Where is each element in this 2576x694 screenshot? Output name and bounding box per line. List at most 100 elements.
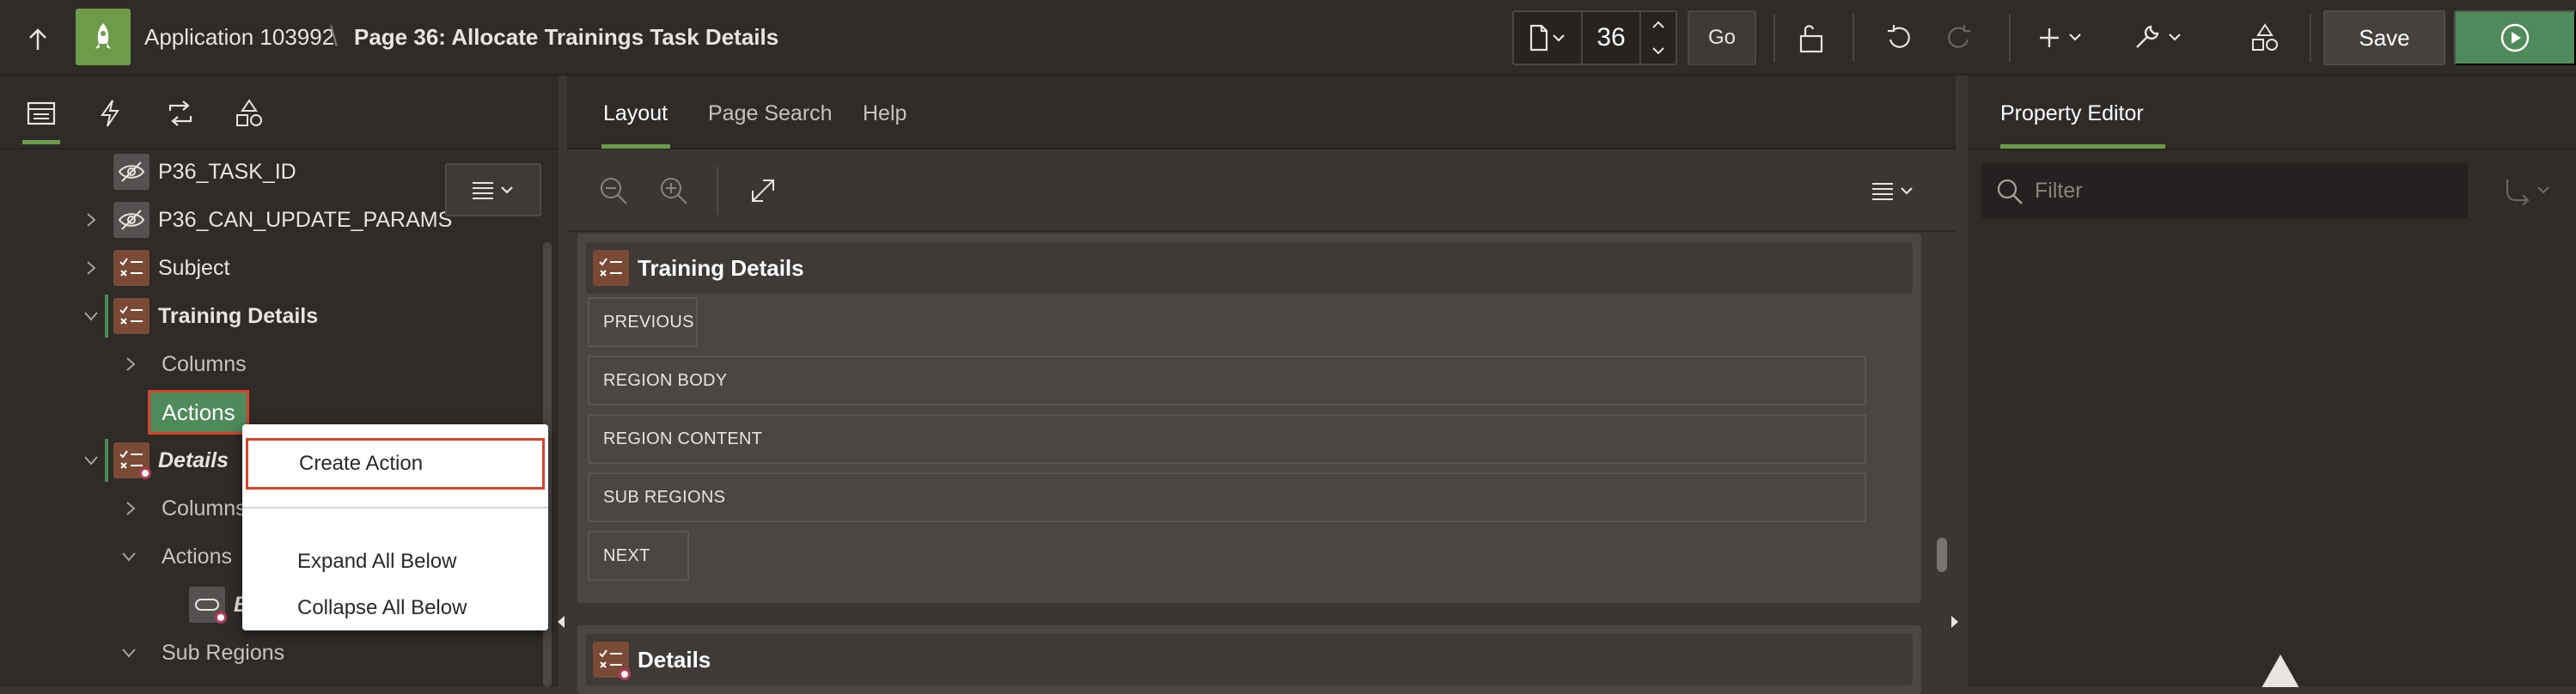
toolbar-divider bbox=[1853, 14, 1854, 62]
region-header[interactable]: Details bbox=[586, 634, 1913, 685]
tree-node-label: P36_TASK_ID bbox=[158, 159, 296, 184]
chevron-down-icon[interactable] bbox=[81, 450, 101, 471]
tree-node-label: Training Details bbox=[158, 303, 319, 328]
app-header: Application 103992 \ Page 36: Allocate T… bbox=[0, 0, 2576, 76]
collapse-right-icon[interactable] bbox=[1950, 615, 1959, 629]
page-selector[interactable]: 36 bbox=[1512, 10, 1677, 65]
layout-region-training-details[interactable]: Training Details PREVIOUS REGION BODY RE… bbox=[577, 234, 1921, 603]
active-tab-indicator bbox=[601, 144, 670, 149]
tab-help[interactable]: Help bbox=[863, 101, 906, 126]
page-finder-button[interactable] bbox=[1514, 12, 1583, 64]
utilities-menu-button[interactable] bbox=[2127, 19, 2193, 57]
redo-icon[interactable] bbox=[1938, 19, 1980, 57]
menu-divider bbox=[242, 507, 548, 508]
chevron-right-icon[interactable] bbox=[120, 354, 141, 374]
layout-scrollbar[interactable] bbox=[1937, 538, 1947, 572]
tree-node-sub-regions[interactable]: Sub Regions bbox=[0, 630, 541, 675]
slot-sub-regions[interactable]: SUB REGIONS bbox=[588, 472, 1866, 522]
toolbar-divider bbox=[2310, 14, 2311, 62]
zoom-in-icon[interactable] bbox=[655, 172, 693, 210]
left-pane-tabs bbox=[0, 76, 559, 149]
search-icon bbox=[1995, 177, 2024, 206]
tree-node-label: Columns bbox=[162, 351, 247, 376]
create-menu-button[interactable] bbox=[2033, 19, 2093, 57]
shared-components-icon[interactable] bbox=[2244, 19, 2286, 57]
filter-field[interactable] bbox=[1981, 163, 2468, 218]
save-button[interactable]: Save bbox=[2323, 10, 2445, 65]
dynamic-actions-tab-icon[interactable] bbox=[89, 93, 131, 134]
region-icon bbox=[113, 298, 150, 334]
central-pane-tabs: Layout Page Search Help bbox=[567, 76, 1956, 149]
tab-layout[interactable]: Layout bbox=[603, 101, 668, 126]
tree-node-subject[interactable]: Subject bbox=[0, 246, 541, 290]
active-tab-indicator bbox=[2000, 144, 2165, 149]
tree-node-label: Details bbox=[158, 447, 229, 472]
right-pane-tabs: Property Editor bbox=[1968, 76, 2576, 149]
chevron-down-icon[interactable] bbox=[81, 306, 101, 326]
toolbar-divider bbox=[717, 167, 718, 215]
expand-icon[interactable] bbox=[744, 172, 782, 210]
go-to-group-button[interactable] bbox=[2494, 168, 2562, 213]
chevron-right-icon[interactable] bbox=[81, 210, 101, 230]
condition-badge-icon bbox=[139, 467, 151, 479]
rendering-tab-icon[interactable] bbox=[21, 93, 62, 144]
condition-badge-icon bbox=[619, 668, 631, 680]
slot-previous[interactable]: PREVIOUS bbox=[588, 297, 698, 347]
layout-region-details[interactable]: Details bbox=[577, 625, 1921, 694]
toolbar-divider bbox=[2009, 14, 2011, 62]
page-stepper[interactable] bbox=[1639, 12, 1676, 64]
tree-node-label: Actions bbox=[162, 544, 232, 569]
page-title: Page 36: Allocate Trainings Task Details bbox=[354, 24, 779, 50]
hidden-item-icon bbox=[113, 202, 150, 238]
central-pane: Layout Page Search Help Training Details bbox=[567, 76, 1956, 694]
context-menu: Create Action Expand All Below Collapse … bbox=[242, 424, 548, 630]
chevron-up-icon[interactable] bbox=[1651, 21, 1665, 29]
chevron-down-icon[interactable] bbox=[1651, 46, 1665, 55]
region-icon bbox=[113, 250, 150, 286]
unlock-icon[interactable] bbox=[1791, 19, 1832, 57]
chevron-right-icon[interactable] bbox=[81, 258, 101, 278]
app-icon[interactable] bbox=[76, 9, 131, 65]
tree-menu-button[interactable] bbox=[445, 163, 541, 216]
slot-region-content[interactable]: REGION CONTENT bbox=[588, 414, 1866, 464]
tree-node-actions-selected[interactable]: Actions bbox=[148, 390, 249, 435]
tree-node-training-details[interactable]: Training Details bbox=[0, 294, 541, 338]
tree-node-label: P36_CAN_UPDATE_PARAMS bbox=[158, 207, 453, 232]
menu-item-collapse-all-below[interactable]: Collapse All Below bbox=[242, 591, 548, 625]
go-button[interactable]: Go bbox=[1688, 10, 1756, 65]
arrow-up-icon[interactable] bbox=[19, 21, 57, 58]
zoom-out-icon[interactable] bbox=[595, 172, 632, 210]
filter-input[interactable] bbox=[2035, 174, 2447, 208]
menu-item-expand-all-below[interactable]: Expand All Below bbox=[242, 536, 548, 587]
region-marker bbox=[105, 295, 108, 338]
region-title: Training Details bbox=[638, 254, 804, 281]
tree-node-label: Sub Regions bbox=[162, 640, 285, 665]
breadcrumb-separator: \ bbox=[330, 21, 338, 52]
play-icon bbox=[2500, 22, 2530, 53]
chevron-down-icon[interactable] bbox=[119, 546, 139, 567]
page-number-input[interactable]: 36 bbox=[1583, 23, 1639, 52]
layout-canvas[interactable]: Training Details PREVIOUS REGION BODY RE… bbox=[577, 234, 1921, 694]
menu-item-create-action[interactable]: Create Action bbox=[246, 438, 545, 490]
hidden-item-icon bbox=[113, 154, 150, 190]
run-page-button[interactable] bbox=[2454, 10, 2576, 65]
slot-region-body[interactable]: REGION BODY bbox=[588, 356, 1866, 405]
application-link[interactable]: Application 103992 bbox=[144, 24, 334, 51]
undo-icon[interactable] bbox=[1878, 19, 1920, 57]
chevron-right-icon[interactable] bbox=[120, 498, 141, 519]
page-shared-components-tab-icon[interactable] bbox=[229, 93, 270, 134]
slot-next[interactable]: NEXT bbox=[588, 531, 689, 581]
layout-menu-button[interactable] bbox=[1863, 172, 1923, 210]
property-editor-pane: Property Editor bbox=[1968, 76, 2576, 687]
tree-node-label: Columns bbox=[162, 496, 247, 520]
processing-tab-icon[interactable] bbox=[160, 93, 201, 134]
condition-badge-icon bbox=[215, 612, 227, 624]
layout-toolbar bbox=[567, 149, 1956, 232]
toolbar-divider bbox=[1773, 14, 1775, 62]
tree-node-columns[interactable]: Columns bbox=[0, 342, 541, 387]
tab-page-search[interactable]: Page Search bbox=[708, 101, 833, 126]
region-header[interactable]: Training Details bbox=[586, 242, 1913, 294]
collapse-left-icon[interactable] bbox=[557, 615, 565, 629]
chevron-down-icon[interactable] bbox=[119, 642, 139, 663]
tab-property-editor[interactable]: Property Editor bbox=[2000, 101, 2144, 126]
